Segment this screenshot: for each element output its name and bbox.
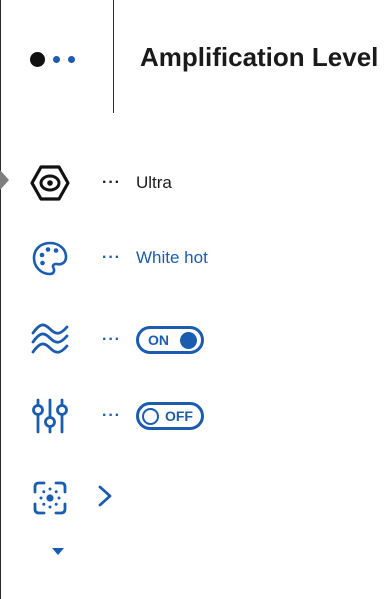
palette-value: White hot — [135, 248, 208, 267]
menu-item-amplification[interactable]: ··· Ultra — [30, 163, 172, 203]
separator-ellipsis: ··· — [102, 174, 121, 191]
chevron-down-icon[interactable] — [52, 548, 64, 555]
sliders-icon — [30, 396, 70, 436]
page-dot — [53, 56, 60, 63]
selection-pointer-icon — [0, 170, 9, 190]
smoothing-toggle[interactable]: ON — [135, 326, 204, 354]
separator-ellipsis: ··· — [102, 331, 121, 348]
palette-icon — [30, 238, 70, 278]
menu-item-calibration[interactable] — [30, 478, 112, 518]
page-dot — [68, 56, 75, 63]
page-indicator — [30, 52, 75, 67]
hexagon-amplification-icon — [30, 163, 70, 203]
chevron-right-icon[interactable] — [98, 485, 112, 512]
toggle-knob — [141, 407, 159, 425]
calibration-icon — [30, 478, 70, 518]
frame-left-border — [0, 0, 1, 599]
toggle-label: ON — [147, 332, 169, 348]
header-divider — [113, 0, 114, 113]
menu-item-smoothing[interactable]: ··· ON — [30, 320, 204, 360]
menu-item-equalizer[interactable]: ··· OFF — [30, 396, 204, 436]
page-title: Amplification Level — [140, 42, 379, 72]
page-dot-active — [30, 52, 45, 67]
waves-icon — [30, 320, 70, 360]
menu-item-color-palette[interactable]: ··· White hot — [30, 238, 208, 278]
separator-ellipsis: ··· — [102, 249, 121, 266]
equalizer-toggle[interactable]: OFF — [135, 402, 204, 430]
amplification-value: Ultra — [135, 173, 172, 192]
toggle-knob — [179, 331, 197, 349]
toggle-label: OFF — [164, 408, 193, 424]
separator-ellipsis: ··· — [102, 407, 121, 424]
